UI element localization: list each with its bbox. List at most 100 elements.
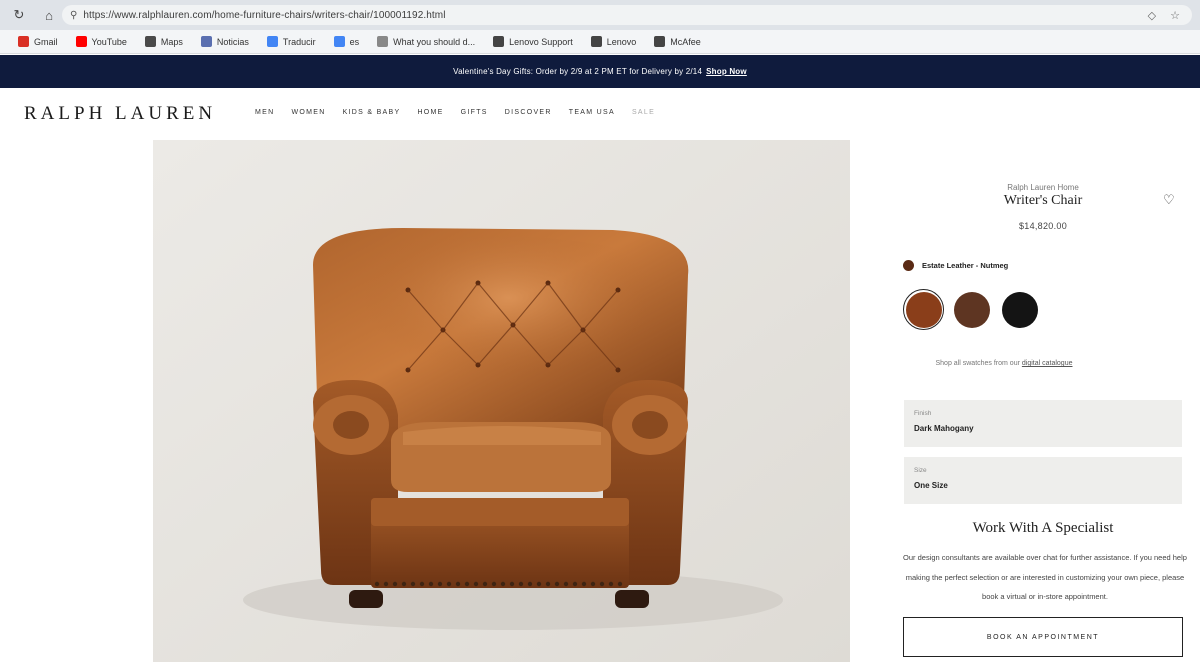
nav-item-kids-baby[interactable]: KIDS & BABY xyxy=(343,109,401,116)
nav-item-discover[interactable]: DISCOVER xyxy=(505,109,552,116)
home-icon[interactable]: ⌂ xyxy=(38,4,60,26)
leather-chair-image xyxy=(153,140,850,662)
size-select[interactable]: Size One Size xyxy=(904,457,1182,504)
heart-icon[interactable]: ♡ xyxy=(1163,192,1175,208)
youtube-icon xyxy=(75,36,87,47)
shop-swatches-text: Shop all swatches from our digital catal… xyxy=(904,360,1104,367)
globe-icon xyxy=(493,36,505,47)
nailhead xyxy=(482,581,488,587)
nailhead xyxy=(428,581,434,587)
digital-catalogue-link[interactable]: digital catalogue xyxy=(1022,360,1073,367)
nailhead xyxy=(509,581,515,587)
nailhead xyxy=(374,581,380,587)
size-label: Size xyxy=(914,467,927,474)
translate-icon xyxy=(266,36,278,47)
site-header: RALPH LAUREN MEN WOMEN KIDS & BABY HOME GIFT… xyxy=(0,88,1200,138)
shop-now-link[interactable]: Shop Now xyxy=(706,67,747,76)
bookmark-label: Noticias xyxy=(216,36,249,47)
nailhead xyxy=(446,581,452,587)
bookmark-item[interactable]: Gmail xyxy=(18,36,58,47)
bookmark-label: Lenovo Support xyxy=(509,36,573,47)
bookmark-label: Lenovo xyxy=(606,36,637,47)
selected-color-dot xyxy=(903,260,914,271)
color-swatch[interactable] xyxy=(903,289,944,330)
nav-item-gifts[interactable]: GIFTS xyxy=(461,109,488,116)
bookmark-item[interactable]: es xyxy=(333,36,360,47)
shop-swatches-prefix: Shop all swatches from our xyxy=(935,360,1020,367)
nav-item-home[interactable]: HOME xyxy=(417,109,443,116)
bookmark-item[interactable]: Maps xyxy=(144,36,183,47)
url-field[interactable]: ⚲ https://www.ralphlauren.com/home-furni… xyxy=(62,5,1192,25)
nailhead xyxy=(527,581,533,587)
tag-icon[interactable]: ◇ xyxy=(1148,9,1156,22)
nailhead xyxy=(464,581,470,587)
bookmark-label: What you should d... xyxy=(393,36,476,47)
nailhead xyxy=(383,581,389,587)
finish-select[interactable]: Finish Dark Mahogany xyxy=(904,400,1182,447)
bookmark-item[interactable]: Lenovo xyxy=(590,36,637,47)
globe-icon xyxy=(590,36,602,47)
nav-item-sale[interactable]: SALE xyxy=(632,109,655,116)
nailhead xyxy=(392,581,398,587)
promo-text: Valentine's Day Gifts: Order by 2/9 at 2… xyxy=(453,67,703,76)
nailhead xyxy=(419,581,425,587)
bookmarks-bar: Gmail YouTube Maps Noticias Traducir es What y… xyxy=(0,30,1200,54)
site-logo[interactable]: RALPH LAUREN xyxy=(24,103,216,125)
nailhead xyxy=(437,581,443,587)
nailhead xyxy=(455,581,461,587)
selected-color: Estate Leather - Nutmeg xyxy=(903,260,1008,271)
reload-icon[interactable]: ↻ xyxy=(8,4,30,26)
nav-item-team-usa[interactable]: TEAM USA xyxy=(569,109,615,116)
translate-icon xyxy=(333,36,345,47)
page-icon xyxy=(377,36,389,47)
gmail-icon xyxy=(18,36,29,47)
nailhead xyxy=(572,581,578,587)
bookmark-item[interactable]: What you should d... xyxy=(377,36,475,47)
product-title: Writer's Chair xyxy=(1003,193,1083,208)
nailhead xyxy=(581,581,587,587)
nav-item-men[interactable]: MEN xyxy=(255,109,274,116)
bookmark-item[interactable]: Lenovo Support xyxy=(493,36,573,47)
bookmark-label: Gmail xyxy=(34,36,58,47)
bookmark-item[interactable]: YouTube xyxy=(75,36,127,47)
bookmark-item[interactable]: Traducir xyxy=(266,36,316,47)
nailhead xyxy=(590,581,596,587)
nailhead xyxy=(608,581,614,587)
color-swatch[interactable] xyxy=(999,289,1040,330)
bookmark-item[interactable]: McAfee xyxy=(654,36,701,47)
product-image[interactable] xyxy=(153,140,850,662)
main-nav: MEN WOMEN KIDS & BABY HOME GIFTS DISCOVER TEAM… xyxy=(255,109,655,116)
promo-banner: Valentine's Day Gifts: Order by 2/9 at 2… xyxy=(0,55,1200,88)
nailhead xyxy=(599,581,605,587)
swatch-fill xyxy=(905,291,942,328)
bookmark-label: Maps xyxy=(160,36,183,47)
nailhead xyxy=(410,581,416,587)
nailhead xyxy=(401,581,407,587)
nailhead xyxy=(536,581,542,587)
swatch-fill xyxy=(1001,291,1038,328)
url-text: https://www.ralphlauren.com/home-furnitu… xyxy=(83,9,446,21)
bookmark-label: Traducir xyxy=(282,36,316,47)
finish-value: Dark Mahogany xyxy=(914,424,974,433)
browser-address-bar: ↻ ⌂ ⚲ https://www.ralphlauren.com/home-f… xyxy=(0,0,1200,30)
nailhead xyxy=(545,581,551,587)
nailhead xyxy=(563,581,569,587)
specialist-text: Our design consultants are available ove… xyxy=(903,553,1187,601)
nailhead xyxy=(518,581,524,587)
nailhead xyxy=(617,581,623,587)
star-icon[interactable]: ☆ xyxy=(1170,9,1180,22)
size-value: One Size xyxy=(914,481,948,490)
site-info-icon[interactable]: ⚲ xyxy=(70,10,77,21)
bookmark-label: YouTube xyxy=(91,36,127,47)
book-appointment-button[interactable]: BOOK AN APPOINTMENT xyxy=(903,617,1183,657)
selected-color-label: Estate Leather - Nutmeg xyxy=(922,261,1009,270)
color-swatch[interactable] xyxy=(951,289,992,330)
bookmark-label: es xyxy=(349,36,360,47)
nailhead xyxy=(554,581,560,587)
nailhead xyxy=(473,581,479,587)
nailhead xyxy=(491,581,497,587)
bookmark-item[interactable]: Noticias xyxy=(200,36,249,47)
nav-item-women[interactable]: WOMEN xyxy=(291,109,325,116)
product-price: $14,820.00 xyxy=(1018,221,1068,231)
news-icon xyxy=(200,36,212,47)
